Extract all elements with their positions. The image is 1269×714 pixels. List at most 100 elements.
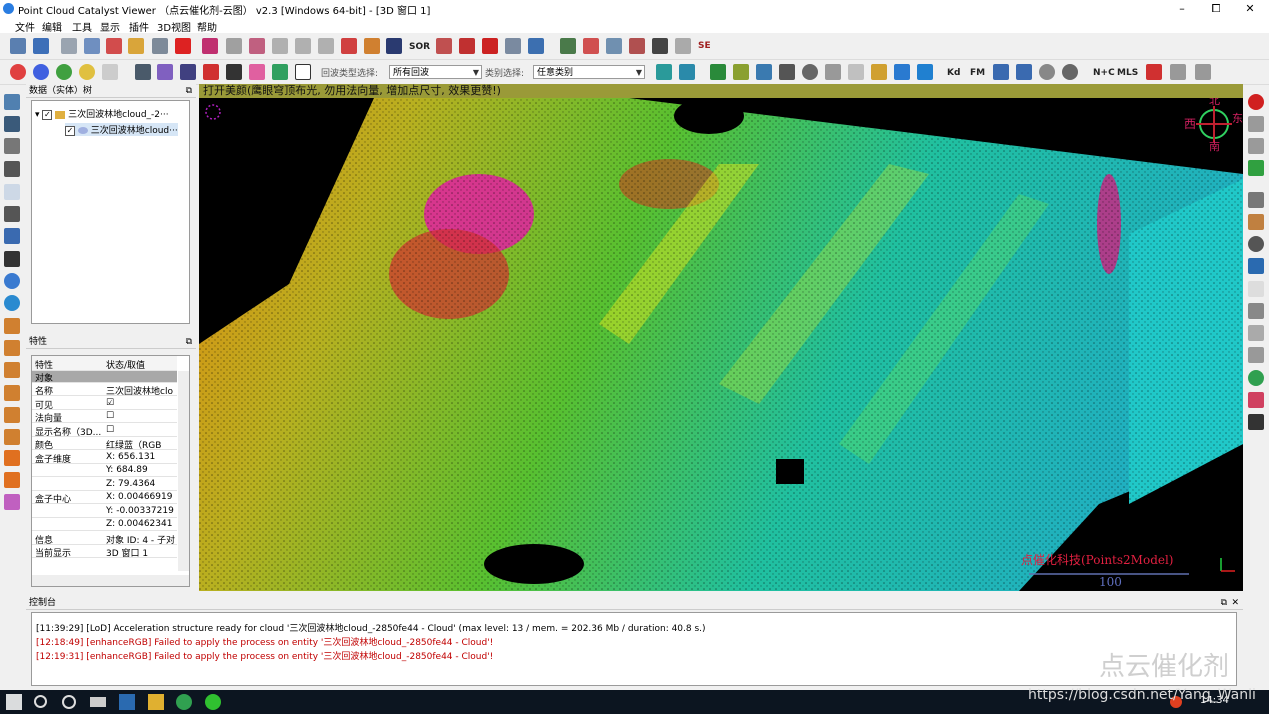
view-left-icon[interactable] [4,362,20,378]
stop-icon[interactable] [1248,94,1264,110]
properties-hscrollbar[interactable] [32,575,189,586]
rgb-tool-icon[interactable] [1248,392,1264,408]
rgb4-icon[interactable] [79,64,95,80]
dome-icon[interactable] [1248,303,1264,319]
brush-tool-icon[interactable] [1248,214,1264,230]
gradient-icon[interactable] [249,64,265,80]
layer-icon[interactable] [135,64,151,80]
db-tree[interactable]: ▾ ✓ 三次回波林地cloud_-2··· ✓ 三次回波林地cloud··· [31,100,190,324]
subsample-icon[interactable] [249,38,265,54]
rgb2-icon[interactable] [33,64,49,80]
collapse-icon[interactable]: ▾ [35,110,40,120]
plugin-icon[interactable] [1248,258,1264,274]
grid-icon[interactable] [386,38,402,54]
align-icon[interactable] [295,38,311,54]
property-row[interactable]: 可见 ☑ [32,397,177,411]
ortho-icon[interactable] [4,138,20,154]
add-icon[interactable] [106,38,122,54]
view-front-icon[interactable] [4,340,20,356]
close-icon[interactable]: ✕ [1231,596,1239,610]
measure-icon[interactable] [364,38,380,54]
plane-icon[interactable] [482,38,498,54]
cc-icon[interactable] [341,38,357,54]
register-icon[interactable] [318,38,334,54]
clock-icon[interactable] [1248,236,1264,252]
windows-icon[interactable] [917,64,933,80]
explorer-icon[interactable] [148,694,164,710]
display-icon[interactable] [1016,64,1032,80]
fit2-icon[interactable] [679,64,695,80]
property-row[interactable]: Z: 79.4364 [32,478,177,491]
brush-icon[interactable] [871,64,887,80]
close-button[interactable]: ✕ [1233,0,1267,18]
kd-label[interactable]: Kd [947,68,960,78]
zoom-fit-icon[interactable] [4,295,20,311]
pan-icon[interactable] [4,251,20,267]
menu-display[interactable]: 显示 [100,19,120,34]
menu-plugins[interactable]: 插件 [129,19,149,34]
front-view-icon[interactable] [4,450,20,466]
delete-icon[interactable] [175,38,191,54]
property-row[interactable]: Y: 684.89 [32,464,177,477]
grid-view-icon[interactable] [1248,347,1264,363]
sphere-icon[interactable] [1039,64,1055,80]
scatter-icon[interactable] [1170,64,1186,80]
monitor-icon[interactable] [993,64,1009,80]
box3d-icon[interactable] [4,228,20,244]
mls-label[interactable]: MLS [1117,68,1138,78]
3d-viewport[interactable]: 西 北 东 南 点催化科技(Points2Model) 100 [199,84,1243,591]
property-row[interactable]: Y: -0.00337219 [32,505,177,518]
crosshair-icon[interactable] [4,161,20,177]
curve-icon[interactable] [1146,64,1162,80]
properties-scrollbar[interactable] [178,371,189,571]
scalar-icon[interactable] [606,38,622,54]
property-row[interactable]: Z: 0.00462341 [32,518,177,531]
menu-help[interactable]: 帮助 [197,19,217,34]
translate-icon[interactable] [459,38,475,54]
wechat-icon[interactable] [205,694,221,710]
pick-icon[interactable] [825,64,841,80]
table-icon[interactable] [629,38,645,54]
rotate-icon[interactable] [4,206,20,222]
open-icon[interactable] [10,38,26,54]
fit-icon[interactable] [656,64,672,80]
warning-icon[interactable] [848,64,864,80]
save-icon[interactable] [33,38,49,54]
bars-icon[interactable] [203,64,219,80]
maximize-button[interactable]: ⧠ [1199,0,1233,18]
child-checkbox[interactable]: ✓ [65,125,75,136]
bookmark-icon[interactable] [710,64,726,80]
property-row[interactable]: 名称 三次回波林地clo [32,383,177,397]
back-view-icon[interactable] [4,472,20,488]
class-select[interactable]: 任意类别 ▼ [533,65,645,79]
segment-icon[interactable] [202,38,218,54]
box-icon[interactable] [733,64,749,80]
pen-icon[interactable] [756,64,772,80]
minimize-button[interactable]: – [1165,0,1199,18]
se-label[interactable]: SE [698,41,711,51]
echo-type-select[interactable]: 所有回波 ▼ [389,65,482,79]
view-right-icon[interactable] [4,407,20,423]
pin-icon[interactable]: ⧉ [1221,596,1227,610]
pin-icon[interactable]: ⧉ [186,84,192,98]
dots-icon[interactable] [180,64,196,80]
sample-icon[interactable] [226,38,242,54]
search-icon[interactable] [34,695,47,708]
property-row[interactable]: 显示名称（3D... ☐ [32,424,177,438]
plus-icon[interactable] [652,38,668,54]
mesh-icon[interactable] [1248,325,1264,341]
shade-icon[interactable] [1248,138,1264,154]
edit-icon[interactable] [528,38,544,54]
zoom-icon[interactable] [4,273,20,289]
colors-icon[interactable] [1248,160,1264,176]
list-icon[interactable] [84,38,100,54]
root-checkbox[interactable]: ✓ [42,109,53,120]
sor-label[interactable]: SOR [409,42,430,52]
screen-icon[interactable] [4,94,20,110]
camera-icon[interactable] [4,116,20,132]
pin-icon[interactable]: ⧉ [186,335,192,349]
property-row[interactable]: 颜色 红绿蓝（RGB [32,437,177,451]
histogram-icon[interactable] [560,38,576,54]
color-icon[interactable] [128,38,144,54]
view-back-icon[interactable] [4,385,20,401]
